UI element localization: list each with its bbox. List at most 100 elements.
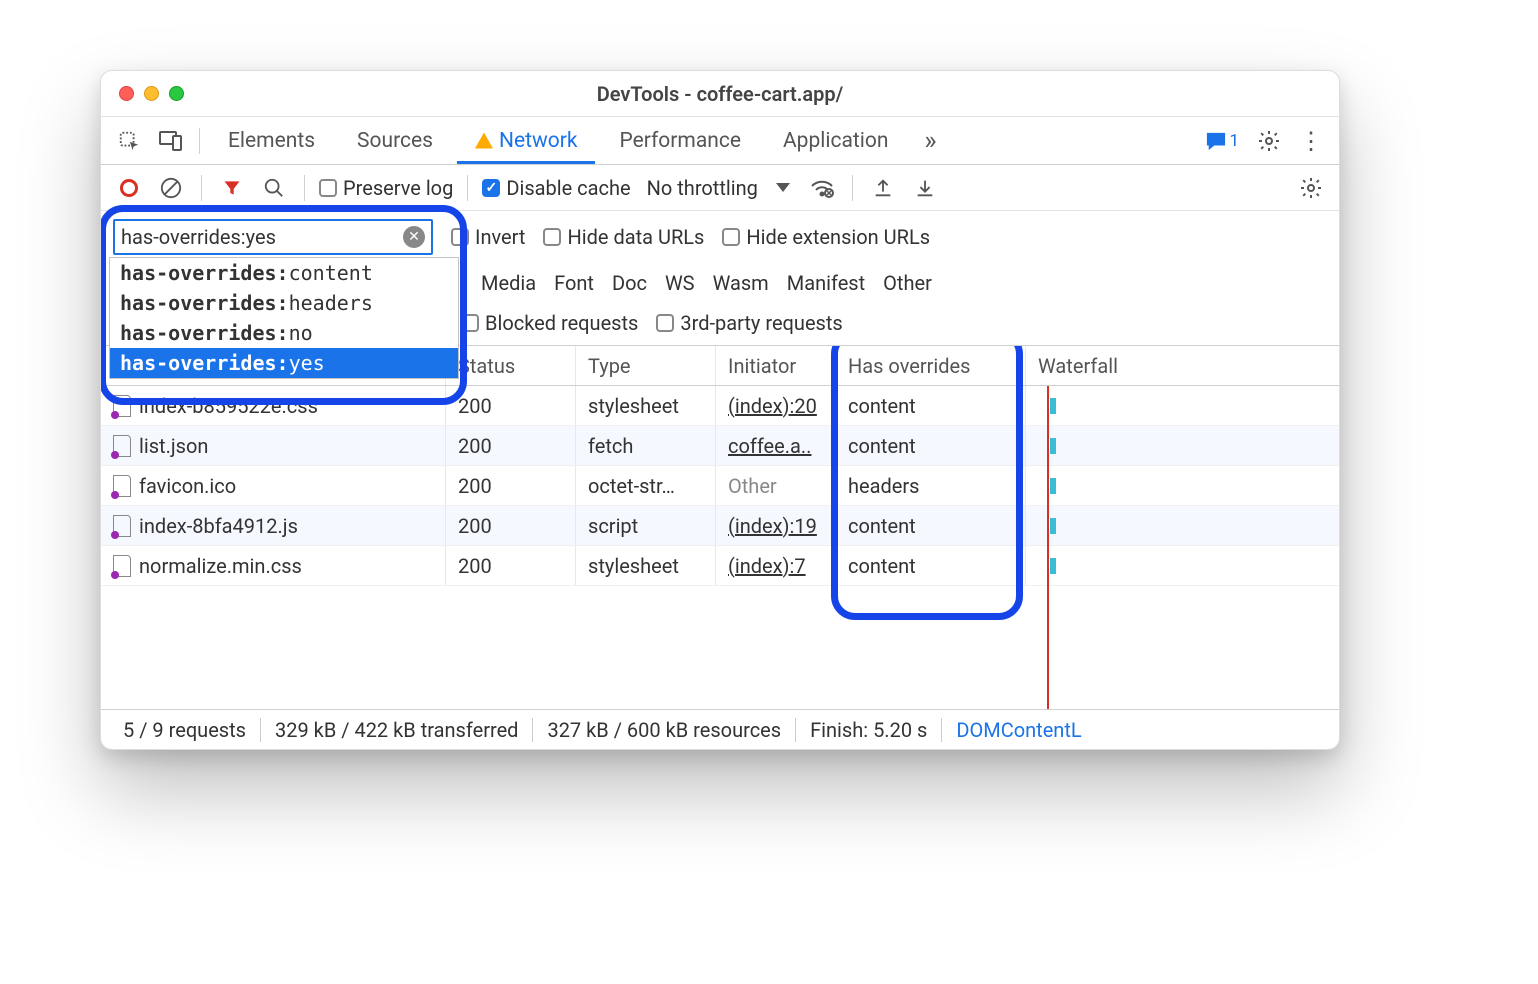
divider xyxy=(467,175,468,201)
hide-data-label: Hide data URLs xyxy=(567,225,704,249)
hide-ext-label: Hide extension URLs xyxy=(746,225,930,249)
col-has-overrides[interactable]: Has overrides xyxy=(836,346,1026,385)
filter-type-manifest[interactable]: Manifest xyxy=(787,271,865,295)
invert-label: Invert xyxy=(475,225,525,249)
maximize-window-button[interactable] xyxy=(169,86,184,101)
tab-elements[interactable]: Elements xyxy=(210,117,333,164)
tab-sources[interactable]: Sources xyxy=(339,117,451,164)
devtools-window: DevTools - coffee-cart.app/ Elements Sou… xyxy=(100,70,1340,750)
minimize-window-button[interactable] xyxy=(144,86,159,101)
divider xyxy=(201,175,202,201)
request-has-overrides: content xyxy=(836,546,1026,585)
request-type: stylesheet xyxy=(576,546,716,585)
status-requests: 5 / 9 requests xyxy=(109,718,260,742)
filter-type-wasm[interactable]: Wasm xyxy=(713,271,769,295)
panel-tabs: Elements Sources Network Performance App… xyxy=(101,117,1339,165)
suggestion-option[interactable]: has-overrides:yes xyxy=(110,348,458,378)
issues-button[interactable]: 1 xyxy=(1199,131,1245,151)
inspect-element-icon[interactable] xyxy=(111,123,147,159)
blocked-requests-checkbox[interactable]: Blocked requests xyxy=(461,311,638,335)
throttling-select[interactable]: No throttling xyxy=(641,176,796,200)
search-icon[interactable] xyxy=(258,172,290,204)
table-row[interactable]: list.json200fetchcoffee.a..content xyxy=(101,426,1339,466)
disable-cache-label: Disable cache xyxy=(506,176,630,200)
hide-extension-urls-checkbox[interactable]: Hide extension URLs xyxy=(722,225,930,249)
request-initiator[interactable]: (index):19 xyxy=(728,514,817,538)
table-body: index-b859522e.css200stylesheet(index):2… xyxy=(101,386,1339,709)
request-initiator[interactable]: (index):20 xyxy=(728,394,817,418)
close-window-button[interactable] xyxy=(119,86,134,101)
col-type[interactable]: Type xyxy=(576,346,716,385)
third-party-checkbox[interactable]: 3rd-party requests xyxy=(656,311,842,335)
disable-cache-checkbox[interactable]: ✓ Disable cache xyxy=(482,176,630,200)
request-waterfall xyxy=(1026,506,1339,545)
window-controls xyxy=(101,86,184,101)
filter-input[interactable] xyxy=(121,225,397,249)
filter-type-font[interactable]: Font xyxy=(554,271,594,295)
device-toggle-icon[interactable] xyxy=(153,123,189,159)
issues-count: 1 xyxy=(1229,131,1239,151)
suggestion-option[interactable]: has-overrides:content xyxy=(110,258,458,288)
col-waterfall[interactable]: Waterfall xyxy=(1026,346,1339,385)
request-type: fetch xyxy=(576,426,716,465)
col-initiator[interactable]: Initiator xyxy=(716,346,836,385)
settings-icon[interactable] xyxy=(1251,123,1287,159)
hide-data-urls-checkbox[interactable]: Hide data URLs xyxy=(543,225,704,249)
network-conditions-icon[interactable] xyxy=(806,172,838,204)
filter-type-media[interactable]: Media xyxy=(481,271,536,295)
request-status: 200 xyxy=(446,386,576,425)
request-waterfall xyxy=(1026,386,1339,425)
request-initiator[interactable]: (index):7 xyxy=(728,554,806,578)
filter-type-doc[interactable]: Doc xyxy=(612,271,647,295)
request-waterfall xyxy=(1026,546,1339,585)
window-title: DevTools - coffee-cart.app/ xyxy=(101,82,1339,106)
request-name: favicon.ico xyxy=(139,474,236,498)
request-has-overrides: headers xyxy=(836,466,1026,505)
download-har-icon[interactable] xyxy=(909,172,941,204)
request-has-overrides: content xyxy=(836,506,1026,545)
filter-type-ws[interactable]: WS xyxy=(665,271,695,295)
tab-performance[interactable]: Performance xyxy=(601,117,758,164)
network-settings-icon[interactable] xyxy=(1295,172,1327,204)
request-initiator: Other xyxy=(728,474,777,498)
upload-har-icon[interactable] xyxy=(867,172,899,204)
clear-button[interactable] xyxy=(155,172,187,204)
filter-toggle-icon[interactable] xyxy=(216,172,248,204)
record-button[interactable] xyxy=(113,172,145,204)
table-row[interactable]: favicon.ico200octet-str…Otherheaders xyxy=(101,466,1339,506)
more-tabs-icon[interactable]: » xyxy=(912,123,948,159)
filter-type-other[interactable]: Other xyxy=(883,271,932,295)
request-waterfall xyxy=(1026,426,1339,465)
table-row[interactable]: normalize.min.css200stylesheet(index):7c… xyxy=(101,546,1339,586)
file-icon xyxy=(113,435,131,457)
checkbox-icon xyxy=(461,314,479,332)
invert-checkbox[interactable]: Invert xyxy=(451,225,525,249)
status-bar: 5 / 9 requests 329 kB / 422 kB transferr… xyxy=(101,709,1339,749)
request-type: script xyxy=(576,506,716,545)
checkbox-icon xyxy=(319,179,337,197)
tab-application[interactable]: Application xyxy=(765,117,906,164)
file-icon xyxy=(113,515,131,537)
third-party-label: 3rd-party requests xyxy=(680,311,842,335)
preserve-log-checkbox[interactable]: Preserve log xyxy=(319,176,453,200)
suggestion-option[interactable]: has-overrides:no xyxy=(110,318,458,348)
request-status: 200 xyxy=(446,546,576,585)
file-icon xyxy=(113,475,131,497)
checkbox-icon xyxy=(656,314,674,332)
request-type: stylesheet xyxy=(576,386,716,425)
filters-area: ✕ Invert Hide data URLs Hide extension U… xyxy=(101,211,1339,346)
request-waterfall xyxy=(1026,466,1339,505)
request-name: index-8bfa4912.js xyxy=(139,514,298,538)
col-status[interactable]: Status xyxy=(446,346,576,385)
titlebar: DevTools - coffee-cart.app/ xyxy=(101,71,1339,117)
file-icon xyxy=(113,395,131,417)
table-row[interactable]: index-b859522e.css200stylesheet(index):2… xyxy=(101,386,1339,426)
tab-network[interactable]: Network xyxy=(457,117,596,164)
suggestion-option[interactable]: has-overrides:headers xyxy=(110,288,458,318)
kebab-menu-icon[interactable]: ⋮ xyxy=(1293,123,1329,159)
filter-row-1: ✕ Invert Hide data URLs Hide extension U… xyxy=(101,211,1339,263)
network-toolbar: Preserve log ✓ Disable cache No throttli… xyxy=(101,165,1339,211)
clear-filter-icon[interactable]: ✕ xyxy=(403,226,425,248)
request-initiator[interactable]: coffee.a.. xyxy=(728,434,811,458)
table-row[interactable]: index-8bfa4912.js200script(index):19cont… xyxy=(101,506,1339,546)
